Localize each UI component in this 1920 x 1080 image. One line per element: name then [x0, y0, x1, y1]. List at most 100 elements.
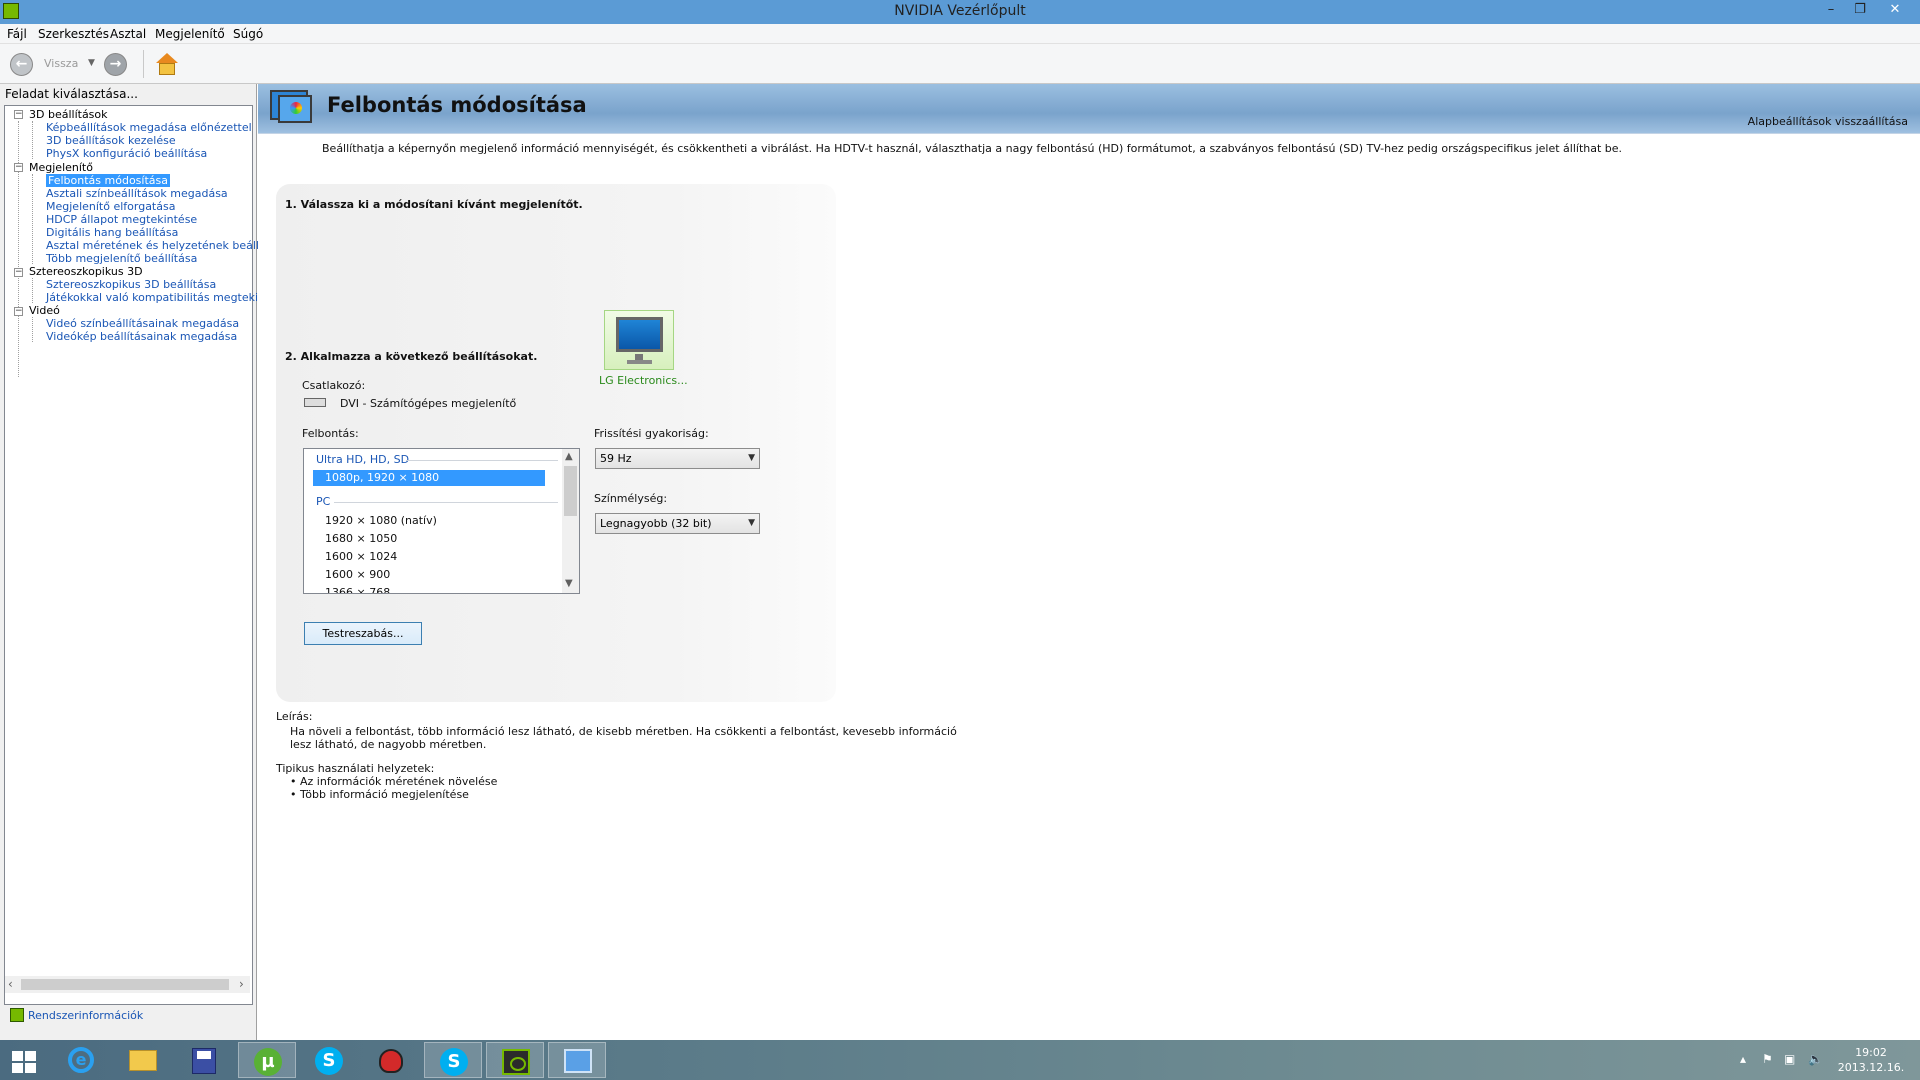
- resolution-option[interactable]: 1680 × 1050: [325, 532, 397, 545]
- collapse-toggle-icon[interactable]: −: [14, 268, 23, 277]
- color-depth-dropdown[interactable]: Legnagyobb (32 bit) ▼: [595, 513, 760, 534]
- scrollbar-thumb[interactable]: [564, 466, 577, 516]
- menu-file[interactable]: Fájl: [7, 27, 27, 41]
- tree-connector: [32, 278, 33, 303]
- taskbar-nvidia-control-panel[interactable]: [486, 1042, 544, 1078]
- restore-defaults-link[interactable]: Alapbeállítások visszaállítása: [1748, 115, 1908, 128]
- resolution-group-pc: PC: [316, 495, 331, 508]
- show-hidden-icons-icon[interactable]: ▴: [1740, 1052, 1746, 1066]
- home-icon[interactable]: [154, 53, 180, 77]
- horizontal-scrollbar[interactable]: ‹ ›: [5, 976, 250, 993]
- tree-item-3d-settings[interactable]: 3D beállítások: [29, 108, 108, 121]
- tree-item-change-resolution[interactable]: Felbontás módosítása: [46, 174, 170, 187]
- resolution-option[interactable]: 1366 × 768: [325, 586, 390, 593]
- back-arrow-icon[interactable]: ←: [10, 53, 33, 76]
- volume-icon[interactable]: 🔈: [1808, 1052, 1823, 1066]
- tree-item-rotate-display[interactable]: Megjelenítő elforgatása: [46, 200, 175, 213]
- taskbar-skype-2[interactable]: S: [424, 1042, 482, 1078]
- tree-item-desktop-color[interactable]: Asztali színbeállítások megadása: [46, 187, 228, 200]
- resolution-option[interactable]: 1920 × 1080 (natív): [325, 514, 437, 527]
- description-text-line1: Ha növeli a felbontást, több információ …: [290, 725, 957, 738]
- taskbar-utorrent[interactable]: µ: [238, 1042, 296, 1078]
- tree-item-setup-stereoscopic[interactable]: Sztereoszkopikus 3D beállítása: [46, 278, 216, 291]
- step2-heading: 2. Alkalmazza a következő beállításokat.: [285, 350, 538, 363]
- minimize-button[interactable]: –: [1816, 0, 1846, 22]
- taskbar-save-app[interactable]: [176, 1042, 234, 1078]
- collapse-toggle-icon[interactable]: −: [14, 163, 23, 172]
- tree-item-physx[interactable]: PhysX konfiguráció beállítása: [46, 147, 207, 160]
- usage-item: • Több információ megjelenítése: [290, 788, 469, 801]
- scroll-right-icon[interactable]: ›: [239, 977, 244, 991]
- menu-bar: Fájl Szerkesztés Asztal Megjelenítő Súgó: [0, 24, 1920, 44]
- forward-arrow-icon[interactable]: →: [104, 53, 127, 76]
- usage-label: Tipikus használati helyzetek:: [276, 762, 435, 775]
- monitor-icon[interactable]: [604, 310, 674, 370]
- tree-connector: [18, 121, 19, 377]
- tree-item-game-compatibility[interactable]: Játékokkal való kompatibilitás megtekint…: [46, 291, 289, 304]
- window-title: NVIDIA Vezérlőpult: [894, 3, 1026, 19]
- restore-button[interactable]: ❐: [1845, 0, 1875, 22]
- resolution-group-hd: Ultra HD, HD, SD: [316, 453, 410, 466]
- tree-item-digital-audio[interactable]: Digitális hang beállítása: [46, 226, 178, 239]
- info-icon: [10, 1008, 24, 1022]
- menu-help[interactable]: Súgó: [233, 27, 263, 41]
- resolution-option[interactable]: 1600 × 900: [325, 568, 390, 581]
- network-icon[interactable]: ▣: [1784, 1052, 1795, 1066]
- tree-item-stereoscopic-3d[interactable]: Sztereoszkopikus 3D: [29, 265, 143, 278]
- resolution-list[interactable]: Ultra HD, HD, SD 1080p, 1920 × 1080 PC 1…: [303, 448, 580, 594]
- menu-edit[interactable]: Szerkesztés: [38, 27, 109, 41]
- resolution-option[interactable]: 1600 × 1024: [325, 550, 397, 563]
- step1-heading: 1. Válassza ki a módosítani kívánt megje…: [285, 198, 583, 211]
- menu-display[interactable]: Megjelenítő: [155, 27, 225, 41]
- tree-item-manage-3d[interactable]: 3D beállítások kezelése: [46, 134, 176, 147]
- taskbar-control-panel[interactable]: [548, 1042, 606, 1078]
- tree-item-hdcp-status[interactable]: HDCP állapot megtekintése: [46, 213, 197, 226]
- tree-item-desktop-size-position[interactable]: Asztal méretének és helyzetének beállítá…: [46, 239, 286, 252]
- task-tree[interactable]: − 3D beállítások Képbeállítások megadása…: [4, 105, 289, 1005]
- scroll-left-icon[interactable]: ‹: [8, 977, 13, 991]
- resolution-option-selected[interactable]: 1080p, 1920 × 1080: [313, 470, 545, 486]
- taskbar-file-explorer[interactable]: [114, 1042, 172, 1078]
- tree-connector: [32, 174, 33, 264]
- clock-date: 2013.12.16.: [1837, 1061, 1905, 1074]
- tree-item-video-image[interactable]: Videókép beállításainak megadása: [46, 330, 237, 343]
- control-panel-icon: [564, 1049, 592, 1073]
- taskbar-internet-explorer[interactable]: e: [52, 1042, 110, 1078]
- tree-item-video-color[interactable]: Videó színbeállításainak megadása: [46, 317, 239, 330]
- tree-item-image-settings-preview[interactable]: Képbeállítások megadása előnézettel: [46, 121, 252, 134]
- tree-item-display[interactable]: Megjelenítő: [29, 161, 93, 174]
- color-depth-value: Legnagyobb (32 bit): [600, 517, 712, 530]
- collapse-toggle-icon[interactable]: −: [14, 307, 23, 316]
- customize-button[interactable]: Testreszabás...: [304, 622, 422, 645]
- scrollbar-thumb[interactable]: [21, 979, 229, 990]
- close-button[interactable]: ✕: [1874, 0, 1916, 22]
- back-dropdown-icon[interactable]: ▼: [88, 58, 95, 68]
- menu-desktop[interactable]: Asztal: [110, 27, 146, 41]
- monitor-label[interactable]: LG Electronics...: [599, 374, 688, 387]
- taskbar-angry-birds[interactable]: [362, 1042, 420, 1078]
- task-select-label: Feladat kiválasztása...: [5, 87, 138, 101]
- dvi-connector-icon: [304, 398, 326, 407]
- tree-connector: [32, 121, 33, 159]
- collapse-toggle-icon[interactable]: −: [14, 110, 23, 119]
- scroll-up-icon[interactable]: ▲: [565, 451, 573, 462]
- usage-item: • Az információk méretének növelése: [290, 775, 498, 788]
- taskbar-skype[interactable]: S: [300, 1042, 358, 1078]
- start-button[interactable]: [0, 1042, 58, 1078]
- clock[interactable]: 19:02 2013.12.16.: [1836, 1045, 1906, 1075]
- action-center-flag-icon[interactable]: ⚑: [1762, 1052, 1773, 1066]
- back-label[interactable]: Vissza: [44, 57, 78, 70]
- display-settings-icon: [270, 90, 314, 128]
- scroll-down-icon[interactable]: ▼: [565, 578, 573, 589]
- tree-item-video[interactable]: Videó: [29, 304, 60, 317]
- skype-icon: S: [315, 1047, 343, 1075]
- title-bar: NVIDIA Vezérlőpult – ❐ ✕: [0, 0, 1920, 24]
- angry-bird-icon: [379, 1049, 403, 1073]
- vertical-scrollbar[interactable]: ▲ ▼: [562, 449, 579, 593]
- tree-item-multiple-displays[interactable]: Több megjelenítő beállítása: [46, 252, 197, 265]
- intro-text: Beállíthatja a képernyőn megjelenő infor…: [322, 142, 1623, 155]
- folder-icon: [129, 1050, 157, 1071]
- refresh-rate-dropdown[interactable]: 59 Hz ▼: [595, 448, 760, 469]
- taskbar: e µ S S ▴ ⚑ ▣ 🔈 19:02 2013.12.16.: [0, 1040, 1920, 1080]
- clock-time: 19:02: [1855, 1046, 1887, 1059]
